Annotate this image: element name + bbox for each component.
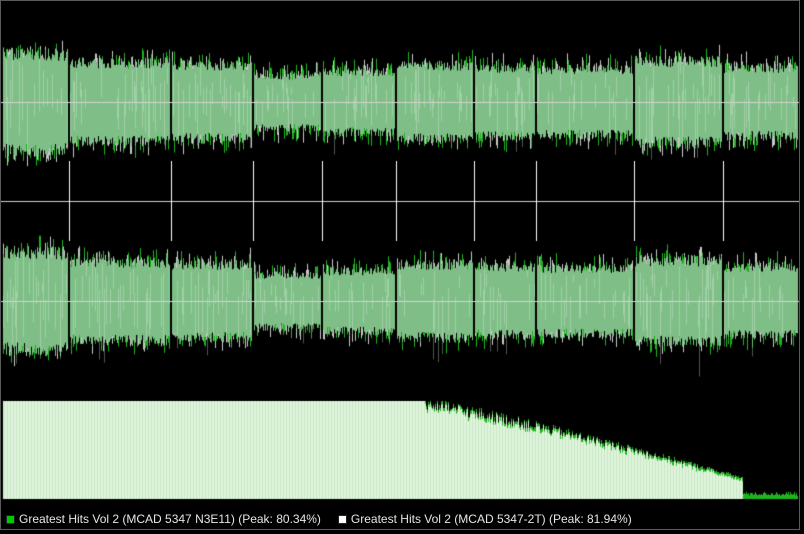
waveform-comparison-chart xyxy=(1,1,799,501)
legend-entry-2t: Greatest Hits Vol 2 (MCAD 5347-2T) (Peak… xyxy=(337,512,632,526)
legend-label-n3e11: Greatest Hits Vol 2 (MCAD 5347 N3E11) (P… xyxy=(19,512,321,526)
waveform-comparison-window: Greatest Hits Vol 2 (MCAD 5347 N3E11) (P… xyxy=(0,0,800,530)
legend-entry-n3e11: Greatest Hits Vol 2 (MCAD 5347 N3E11) (P… xyxy=(6,512,321,526)
legend: Greatest Hits Vol 2 (MCAD 5347 N3E11) (P… xyxy=(1,508,799,529)
legend-swatch-white xyxy=(337,514,347,524)
legend-swatch-green xyxy=(6,514,15,524)
legend-label-2t: Greatest Hits Vol 2 (MCAD 5347-2T) (Peak… xyxy=(350,512,632,526)
